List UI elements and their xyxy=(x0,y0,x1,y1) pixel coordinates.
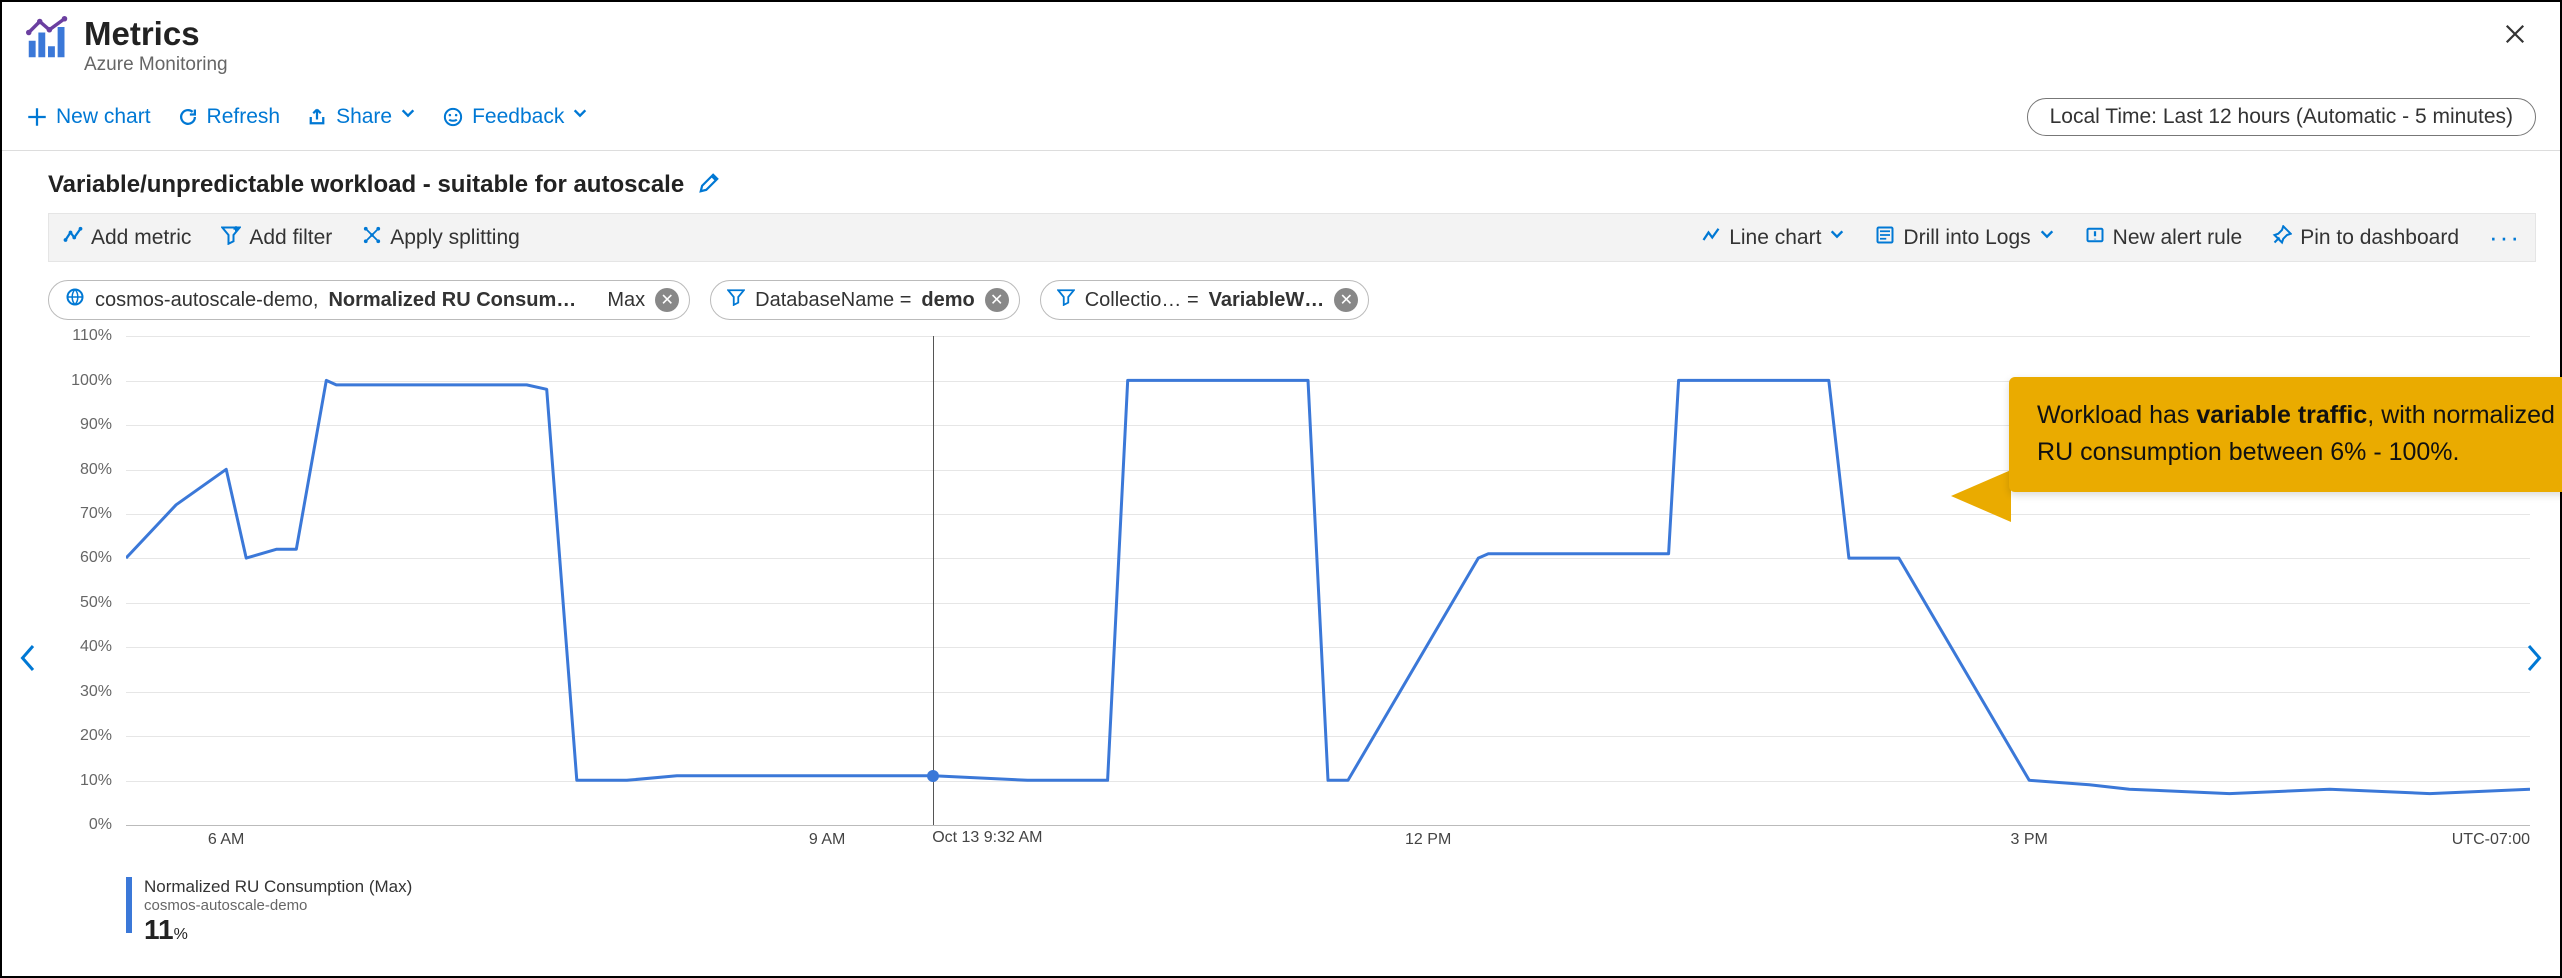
y-axis-tick: 80% xyxy=(80,461,112,479)
logs-icon xyxy=(1875,225,1895,251)
filter-icon xyxy=(727,288,745,312)
chevron-down-icon xyxy=(1829,224,1845,248)
y-axis-tick: 60% xyxy=(80,549,112,567)
crosshair-point xyxy=(927,770,939,782)
add-metric-button[interactable]: Add metric xyxy=(63,225,191,251)
pill-scope-prefix: cosmos-autoscale-demo, xyxy=(95,289,318,312)
new-alert-label: New alert rule xyxy=(2113,226,2243,250)
x-axis-tick: 6 AM xyxy=(208,831,244,849)
y-axis-tick: 100% xyxy=(71,372,112,390)
y-axis-tick: 10% xyxy=(80,772,112,790)
share-icon xyxy=(306,106,328,128)
y-axis-tick: 50% xyxy=(80,594,112,612)
callout-text-line2: RU consumption between 6% - 100%. xyxy=(2037,438,2459,466)
legend-unit: % xyxy=(174,926,188,943)
plus-icon xyxy=(26,106,48,128)
legend-color-swatch xyxy=(126,877,132,933)
time-range-picker[interactable]: Local Time: Last 12 hours (Automatic - 5… xyxy=(2027,98,2536,136)
timezone-label: UTC-07:00 xyxy=(2452,831,2530,849)
filter-collection-pill[interactable]: Collectio… = VariableW… ✕ xyxy=(1040,280,1370,320)
chart-plot[interactable]: 110%100%90%80%70%60%50%40%30%20%10%0% 6 … xyxy=(48,336,2536,871)
add-filter-button[interactable]: Add filter xyxy=(221,225,332,251)
callout-text-post: , with normalized xyxy=(2367,401,2555,429)
scope-metric-pill[interactable]: cosmos-autoscale-demo, Normalized RU Con… xyxy=(48,280,690,320)
chevron-down-icon xyxy=(400,103,416,127)
remove-pill-button[interactable]: ✕ xyxy=(1334,288,1358,312)
refresh-label: Refresh xyxy=(207,105,281,129)
apply-splitting-button[interactable]: Apply splitting xyxy=(362,225,520,251)
edit-title-button[interactable] xyxy=(698,172,720,199)
filter-add-icon xyxy=(221,225,241,251)
line-chart-icon xyxy=(1701,225,1721,251)
feedback-label: Feedback xyxy=(472,105,564,129)
drill-logs-button[interactable]: Drill into Logs xyxy=(1875,225,2054,251)
pill-filter1-val: demo xyxy=(921,289,974,312)
legend-value: 11 xyxy=(144,914,174,945)
x-axis-tick: 9 AM xyxy=(809,831,845,849)
y-axis-tick: 110% xyxy=(72,327,112,345)
add-metric-label: Add metric xyxy=(91,226,191,250)
apply-splitting-label: Apply splitting xyxy=(390,226,520,250)
y-axis-tick: 0% xyxy=(89,816,112,834)
filter-database-pill[interactable]: DatabaseName = demo ✕ xyxy=(710,280,1020,320)
prev-chart-button[interactable] xyxy=(8,630,46,692)
callout-text-pre: Workload has xyxy=(2037,401,2196,429)
callout-tail xyxy=(1951,470,2011,522)
next-chart-button[interactable] xyxy=(2516,630,2554,692)
y-axis-tick: 40% xyxy=(80,638,112,656)
refresh-button[interactable]: Refresh xyxy=(177,105,281,129)
share-label: Share xyxy=(336,105,392,129)
chevron-down-icon xyxy=(2039,224,2055,248)
callout-text-bold: variable traffic xyxy=(2196,401,2367,429)
x-axis-tick: 12 PM xyxy=(1405,831,1451,849)
y-axis-tick: 90% xyxy=(80,416,112,434)
pill-filter2-val: VariableW… xyxy=(1209,289,1325,312)
remove-pill-button[interactable]: ✕ xyxy=(655,288,679,312)
crosshair-time-label: Oct 13 9:32 AM xyxy=(932,829,1042,847)
filter-icon xyxy=(1057,288,1075,312)
pin-dashboard-button[interactable]: Pin to dashboard xyxy=(2272,225,2459,251)
feedback-button[interactable]: Feedback xyxy=(442,105,588,129)
x-axis-tick: 3 PM xyxy=(2010,831,2047,849)
add-filter-label: Add filter xyxy=(249,226,332,250)
annotation-callout: Workload has variable traffic, with norm… xyxy=(2009,377,2562,492)
chevron-down-icon xyxy=(572,103,588,127)
drill-logs-label: Drill into Logs xyxy=(1903,226,2030,250)
split-icon xyxy=(362,225,382,251)
new-chart-label: New chart xyxy=(56,105,151,129)
globe-icon xyxy=(65,287,85,313)
y-axis-tick: 30% xyxy=(80,683,112,701)
legend-resource-name: cosmos-autoscale-demo xyxy=(144,897,412,914)
page-title: Metrics xyxy=(84,16,228,52)
chart-type-dropdown[interactable]: Line chart xyxy=(1701,225,1845,251)
more-options-button[interactable]: ··· xyxy=(2489,222,2521,253)
chart-type-label: Line chart xyxy=(1729,226,1821,250)
smile-icon xyxy=(442,106,464,128)
remove-pill-button[interactable]: ✕ xyxy=(985,288,1009,312)
y-axis-tick: 70% xyxy=(80,505,112,523)
refresh-icon xyxy=(177,106,199,128)
share-button[interactable]: Share xyxy=(306,105,416,129)
new-alert-rule-button[interactable]: New alert rule xyxy=(2085,225,2243,251)
page-subtitle: Azure Monitoring xyxy=(84,54,228,76)
pill-filter1-key: DatabaseName = xyxy=(755,289,911,312)
chart-title: Variable/unpredictable workload - suitab… xyxy=(48,171,684,199)
crosshair-line xyxy=(933,336,934,825)
pin-label: Pin to dashboard xyxy=(2300,226,2459,250)
alert-icon xyxy=(2085,225,2105,251)
y-axis-tick: 20% xyxy=(80,727,112,745)
legend-series-name: Normalized RU Consumption (Max) xyxy=(144,877,412,897)
metric-icon xyxy=(63,225,83,251)
new-chart-button[interactable]: New chart xyxy=(26,105,151,129)
pin-icon xyxy=(2272,225,2292,251)
pill-scope-metric: Normalized RU Consum… xyxy=(328,289,576,312)
close-button[interactable] xyxy=(2494,16,2536,56)
pill-scope-agg: Max xyxy=(607,289,645,312)
pill-filter2-key: Collectio… = xyxy=(1085,289,1199,312)
metrics-icon xyxy=(26,16,70,60)
